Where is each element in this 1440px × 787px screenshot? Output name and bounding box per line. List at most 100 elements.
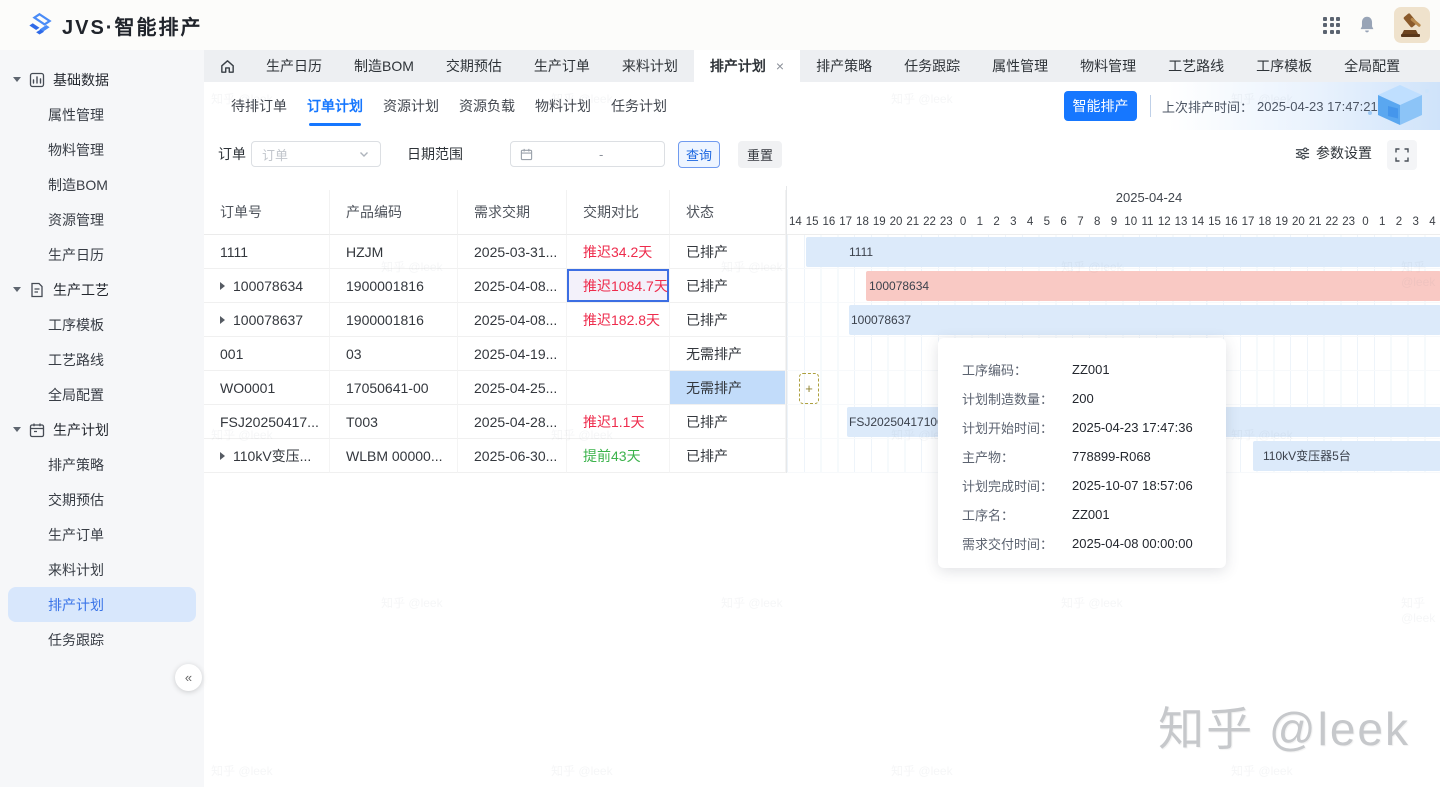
hour-tick: 17 bbox=[837, 212, 854, 234]
hour-tick: 21 bbox=[904, 212, 921, 234]
sidebar-group-base-data[interactable]: 基础数据 bbox=[0, 62, 204, 97]
sidebar-item-manufacturing-bom[interactable]: 制造BOM bbox=[8, 167, 196, 202]
hour-tick: 14 bbox=[1189, 212, 1206, 234]
sidebar-item-process-route[interactable]: 工艺路线 bbox=[8, 342, 196, 377]
order-no-cell: 100078637 bbox=[204, 303, 330, 337]
column-header-order-no: 订单号 bbox=[204, 190, 330, 235]
tooltip-value: 200 bbox=[1072, 391, 1094, 406]
tooltip-label: 主产物： bbox=[962, 447, 1072, 466]
query-button[interactable]: 查询 bbox=[678, 141, 720, 168]
table-row[interactable]: 1111HZJM2025-03-31...推迟34.2天已排产 bbox=[204, 235, 786, 269]
order-select[interactable]: 订单 bbox=[251, 141, 381, 167]
table-row[interactable]: WO000117050641-002025-04-25...无需排产 bbox=[204, 371, 786, 405]
date-range-input[interactable]: - bbox=[510, 141, 665, 167]
tooltip-row: 计划制造数量：200 bbox=[962, 384, 1226, 413]
hour-tick: 14 bbox=[787, 212, 804, 234]
reset-button[interactable]: 重置 bbox=[738, 141, 782, 168]
tab-scheduling-strategy[interactable]: 排产策略 bbox=[800, 50, 888, 82]
sidebar-item-attribute-management[interactable]: 属性管理 bbox=[8, 97, 196, 132]
sidebar-item-scheduling-strategy[interactable]: 排产策略 bbox=[8, 447, 196, 482]
tab-process-template[interactable]: 工序模板 bbox=[1240, 50, 1328, 82]
table-row[interactable]: 10007863419000018162025-04-08...推迟1084.7… bbox=[204, 269, 786, 303]
tab-material-management[interactable]: 物料管理 bbox=[1064, 50, 1152, 82]
gantt-bar-100078637[interactable] bbox=[849, 305, 1440, 335]
gantt-bar-1111[interactable] bbox=[806, 237, 1440, 267]
tab-production-order[interactable]: 生产订单 bbox=[518, 50, 606, 82]
subtab-task-plan[interactable]: 任务计划 bbox=[610, 82, 668, 130]
order-no-text: 110kV变压... bbox=[233, 446, 311, 466]
tab-process-route[interactable]: 工艺路线 bbox=[1152, 50, 1240, 82]
sidebar-item-production-order[interactable]: 生产订单 bbox=[8, 517, 196, 552]
hour-tick: 0 bbox=[955, 212, 972, 234]
subtab-resource-plan[interactable]: 资源计划 bbox=[382, 82, 440, 130]
cube-illustration bbox=[1360, 83, 1432, 129]
due-compare-text: 推迟1.1天 bbox=[583, 412, 644, 432]
tab-manufacturing-bom[interactable]: 制造BOM bbox=[338, 50, 430, 82]
expand-caret-icon[interactable] bbox=[220, 282, 225, 290]
status-cell: 已排产 bbox=[670, 405, 786, 439]
tab-incoming-material-plan[interactable]: 来料计划 bbox=[606, 50, 694, 82]
status-cell: 已排产 bbox=[670, 303, 786, 337]
subtab-material-plan[interactable]: 物料计划 bbox=[534, 82, 592, 130]
sidebar-group-production-plan[interactable]: 生产计划 bbox=[0, 412, 204, 447]
tab-delivery-estimate[interactable]: 交期预估 bbox=[430, 50, 518, 82]
sidebar-item-production-calendar[interactable]: 生产日历 bbox=[8, 237, 196, 272]
sidebar-item-delivery-estimate[interactable]: 交期预估 bbox=[8, 482, 196, 517]
gantt-create-marker[interactable]: + bbox=[799, 373, 819, 404]
tab-production-calendar[interactable]: 生产日历 bbox=[250, 50, 338, 82]
fullscreen-button[interactable] bbox=[1387, 140, 1417, 170]
status-cell: 已排产 bbox=[670, 439, 786, 473]
subtab-pending-orders[interactable]: 待排订单 bbox=[230, 82, 288, 130]
sidebar-item-incoming-material-plan[interactable]: 来料计划 bbox=[8, 552, 196, 587]
sidebar-item-task-tracking[interactable]: 任务跟踪 bbox=[8, 622, 196, 657]
table-row[interactable]: 001032025-04-19...无需排产 bbox=[204, 337, 786, 371]
table-row[interactable]: 110kV变压...WLBM 00000...2025-06-30...提前43… bbox=[204, 439, 786, 473]
gantt-bar-100078634[interactable] bbox=[866, 271, 1440, 301]
tooltip-label: 计划完成时间： bbox=[962, 476, 1072, 495]
sidebar-item-scheduling-plan[interactable]: 排产计划 bbox=[8, 587, 196, 622]
table-row[interactable]: FSJ20250417...T0032025-04-28...推迟1.1天已排产 bbox=[204, 405, 786, 439]
apps-grid-icon[interactable] bbox=[1323, 17, 1340, 34]
user-avatar[interactable] bbox=[1394, 7, 1430, 43]
order-no-cell: 1111 bbox=[204, 235, 330, 269]
hour-tick: 16 bbox=[1223, 212, 1240, 234]
sidebar-collapse-button[interactable]: « bbox=[175, 664, 202, 691]
sidebar-item-material-management[interactable]: 物料管理 bbox=[8, 132, 196, 167]
last-schedule-label: 上次排产时间： bbox=[1162, 97, 1253, 116]
expand-caret-icon[interactable] bbox=[220, 316, 225, 324]
gavel-icon bbox=[1397, 10, 1427, 40]
tab-global-config[interactable]: 全局配置 bbox=[1328, 50, 1416, 82]
subtab-order-plan[interactable]: 订单计划 bbox=[306, 82, 364, 130]
due-compare-text: 推迟34.2天 bbox=[583, 242, 652, 262]
sidebar-item-resource-management[interactable]: 资源管理 bbox=[8, 202, 196, 237]
status-cell: 已排产 bbox=[670, 269, 786, 303]
tooltip-row: 主产物：778899-R068 bbox=[962, 442, 1226, 471]
close-icon[interactable]: × bbox=[776, 58, 784, 74]
sidebar-group-production-process[interactable]: 生产工艺 bbox=[0, 272, 204, 307]
expand-caret-icon[interactable] bbox=[220, 452, 225, 460]
tab-task-tracking[interactable]: 任务跟踪 bbox=[888, 50, 976, 82]
tab-scheduling-plan[interactable]: 排产计划× bbox=[694, 50, 800, 82]
order-no-text: 100078634 bbox=[233, 278, 303, 294]
bell-icon[interactable] bbox=[1356, 14, 1378, 36]
sidebar-item-global-config[interactable]: 全局配置 bbox=[8, 377, 196, 412]
sidebar-item-process-template[interactable]: 工序模板 bbox=[8, 307, 196, 342]
hour-tick: 21 bbox=[1307, 212, 1324, 234]
due-compare-cell[interactable]: 推迟1084.7天 bbox=[567, 269, 670, 303]
hour-tick: 9 bbox=[1106, 212, 1123, 234]
due-date-cell: 2025-04-25... bbox=[458, 371, 567, 405]
tooltip-row: 需求交付时间：2025-04-08 00:00:00 bbox=[962, 529, 1226, 558]
params-settings-button[interactable]: 参数设置 bbox=[1295, 143, 1372, 163]
main-area: 生产日历制造BOM交期预估生产订单来料计划排产计划×排产策略任务跟踪属性管理物料… bbox=[204, 50, 1440, 787]
due-date-cell: 2025-06-30... bbox=[458, 439, 567, 473]
status-cell: 无需排产 bbox=[670, 337, 786, 371]
smart-schedule-button[interactable]: 智能排产 bbox=[1064, 91, 1137, 121]
calendar-icon bbox=[520, 148, 533, 161]
subtab-resource-load[interactable]: 资源负载 bbox=[458, 82, 516, 130]
gantt-bar-label: 100078637 bbox=[851, 305, 911, 335]
sliders-icon bbox=[1295, 146, 1310, 161]
table-row[interactable]: 10007863719000018162025-04-08...推迟182.8天… bbox=[204, 303, 786, 337]
column-header-product-code: 产品编码 bbox=[330, 190, 458, 235]
tab-attribute-management[interactable]: 属性管理 bbox=[976, 50, 1064, 82]
home-tab[interactable] bbox=[204, 50, 250, 82]
